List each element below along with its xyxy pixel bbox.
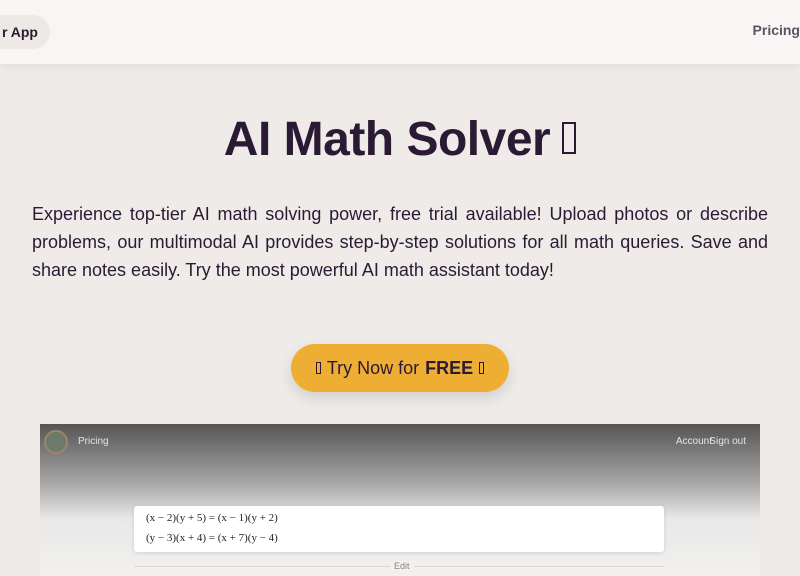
preview-equation-1: (x − 2)(y + 5) = (x − 1)(y + 2) bbox=[146, 512, 278, 524]
app-preview-screenshot: Pricing Account Sign out (x − 2)(y + 5) … bbox=[40, 424, 760, 576]
page-title: AI Math Solver bbox=[0, 112, 800, 167]
preview-nav-account: Account bbox=[675, 436, 712, 447]
preview-edit-label: Edit bbox=[390, 561, 414, 571]
try-now-button[interactable]: Try Now for FREE bbox=[291, 344, 509, 392]
preview-nav-pricing: Pricing bbox=[78, 436, 109, 447]
open-app-button[interactable]: r App bbox=[0, 15, 50, 49]
preview-equation-2: (y − 3)(x + 4) = (x + 7)(y − 4) bbox=[146, 532, 278, 544]
open-app-label: r App bbox=[1, 24, 38, 40]
cta-leading-glyph-icon bbox=[315, 362, 321, 374]
top-navbar: r App Pricing bbox=[0, 0, 800, 64]
preview-nav-signout: Sign out bbox=[709, 436, 746, 447]
cta-trailing-glyph-icon bbox=[479, 362, 485, 374]
cta-free-label: FREE bbox=[425, 357, 474, 378]
preview-equation-card: (x − 2)(y + 5) = (x − 1)(y + 2) (y − 3)(… bbox=[134, 506, 664, 552]
preview-logo-icon bbox=[44, 430, 68, 454]
page-title-text: AI Math Solver bbox=[223, 113, 551, 166]
hero-description: Experience top-tier AI math solving powe… bbox=[32, 204, 768, 280]
nav-pricing-link[interactable]: Pricing bbox=[753, 22, 800, 38]
missing-glyph-icon bbox=[562, 122, 577, 155]
cta-label: Try Now for bbox=[326, 357, 420, 378]
